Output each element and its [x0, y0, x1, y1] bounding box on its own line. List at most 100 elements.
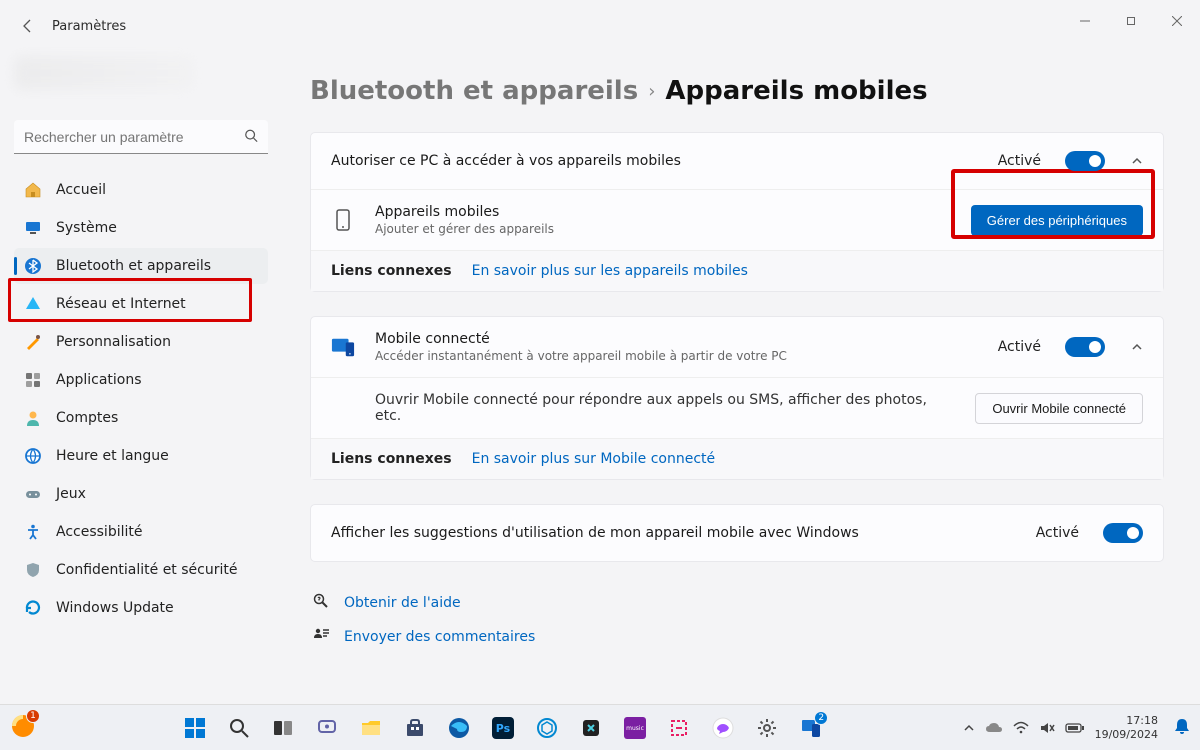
- sidebar-item-label: Système: [56, 220, 117, 236]
- sidebar-item-home[interactable]: Accueil: [14, 172, 268, 208]
- search-box[interactable]: [14, 120, 268, 154]
- sidebar-item-time-language[interactable]: Heure et langue: [14, 438, 268, 474]
- sidebar-item-system[interactable]: Système: [14, 210, 268, 246]
- sidebar-item-label: Heure et langue: [56, 448, 169, 464]
- row-title: Afficher les suggestions d'utilisation d…: [331, 525, 1016, 541]
- taskbar-settings[interactable]: [748, 709, 786, 747]
- taskbar-app-messenger[interactable]: [704, 709, 742, 747]
- taskbar-search[interactable]: [220, 709, 258, 747]
- feedback-row[interactable]: Envoyer des commentaires: [310, 620, 1164, 654]
- help-links: Obtenir de l'aide Envoyer des commentair…: [310, 586, 1164, 654]
- taskbar-app-music[interactable]: music: [616, 709, 654, 747]
- allow-access-row[interactable]: Autoriser ce PC à accéder à vos appareil…: [311, 133, 1163, 189]
- sidebar-item-personalization[interactable]: Personnalisation: [14, 324, 268, 360]
- tray-battery-icon[interactable]: [1065, 722, 1085, 734]
- tray-onedrive-icon[interactable]: [985, 721, 1003, 735]
- chevron-right-icon: ›: [648, 81, 655, 102]
- taskbar-chat[interactable]: [308, 709, 346, 747]
- sidebar-item-label: Personnalisation: [56, 334, 171, 350]
- content-area: Bluetooth et appareils › Appareils mobil…: [278, 52, 1200, 704]
- header: Paramètres: [0, 0, 1200, 52]
- taskbar-app-phone-link[interactable]: 2: [792, 709, 830, 747]
- allow-access-toggle[interactable]: [1065, 151, 1105, 171]
- nav-list: Accueil Système Bluetooth et appareils R…: [14, 172, 268, 626]
- taskbar-explorer[interactable]: [352, 709, 390, 747]
- back-button[interactable]: [18, 16, 38, 36]
- open-phone-link-button[interactable]: Ouvrir Mobile connecté: [975, 393, 1143, 424]
- sidebar-item-apps[interactable]: Applications: [14, 362, 268, 398]
- sidebar-item-gaming[interactable]: Jeux: [14, 476, 268, 512]
- row-title: Mobile connecté: [375, 331, 978, 347]
- sidebar-item-label: Applications: [56, 372, 142, 388]
- sidebar-item-network[interactable]: Réseau et Internet: [14, 286, 268, 322]
- sidebar-item-update[interactable]: Windows Update: [14, 590, 268, 626]
- suggestions-toggle[interactable]: [1103, 523, 1143, 543]
- taskbar-right: 17:18 19/09/2024: [963, 714, 1190, 740]
- search-icon: [244, 127, 258, 146]
- feedback-link[interactable]: Envoyer des commentaires: [344, 629, 535, 645]
- tray-chevron-icon[interactable]: [963, 722, 975, 734]
- taskbar-app-generic-1[interactable]: [528, 709, 566, 747]
- tray-wifi-icon[interactable]: [1013, 721, 1029, 735]
- sidebar-item-label: Accueil: [56, 182, 106, 198]
- maximize-button[interactable]: [1108, 5, 1154, 37]
- sidebar-item-label: Jeux: [56, 486, 86, 502]
- taskbar-edge[interactable]: [440, 709, 478, 747]
- sidebar-item-bluetooth[interactable]: Bluetooth et appareils: [14, 248, 268, 284]
- window-controls: [1062, 0, 1200, 42]
- search-input[interactable]: [24, 129, 234, 145]
- taskbar-app-snip[interactable]: [660, 709, 698, 747]
- get-help-link[interactable]: Obtenir de l'aide: [344, 595, 461, 611]
- taskbar-center: Ps music 2: [44, 709, 963, 747]
- taskbar-store[interactable]: [396, 709, 434, 747]
- taskbar-taskview[interactable]: [264, 709, 302, 747]
- badge: 1: [26, 709, 40, 723]
- taskbar-clock[interactable]: 17:18 19/09/2024: [1095, 714, 1164, 740]
- row-description: Ouvrir Mobile connecté pour répondre aux…: [375, 392, 955, 424]
- shield-icon: [24, 561, 42, 579]
- update-icon: [24, 599, 42, 617]
- wifi-icon: [24, 295, 42, 313]
- sidebar: Accueil Système Bluetooth et appareils R…: [0, 52, 278, 704]
- system-icon: [24, 219, 42, 237]
- phone-link-toggle[interactable]: [1065, 337, 1105, 357]
- notification-icon[interactable]: [1174, 717, 1190, 739]
- chevron-up-icon: [1131, 152, 1143, 171]
- breadcrumb: Bluetooth et appareils › Appareils mobil…: [310, 76, 1164, 106]
- taskbar: 1 Ps music 2 17:18 19/09/2024: [0, 704, 1200, 750]
- minimize-button[interactable]: [1062, 5, 1108, 37]
- suggestions-row[interactable]: Afficher les suggestions d'utilisation d…: [311, 505, 1163, 561]
- related-links-row: Liens connexes En savoir plus sur les ap…: [311, 250, 1163, 291]
- taskbar-app-edge[interactable]: 1: [4, 707, 42, 745]
- home-icon: [24, 181, 42, 199]
- close-button[interactable]: [1154, 5, 1200, 37]
- row-title: Appareils mobiles: [375, 204, 951, 220]
- person-icon: [24, 409, 42, 427]
- bluetooth-icon: [24, 257, 42, 275]
- sidebar-item-accessibility[interactable]: Accessibilité: [14, 514, 268, 550]
- phone-link-row[interactable]: Mobile connecté Accéder instantanément à…: [311, 317, 1163, 377]
- manage-devices-button[interactable]: Gérer des périphériques: [971, 205, 1143, 236]
- globe-icon: [24, 447, 42, 465]
- tray-volume-icon[interactable]: [1039, 721, 1055, 735]
- sidebar-item-accounts[interactable]: Comptes: [14, 400, 268, 436]
- taskbar-app-generic-2[interactable]: [572, 709, 610, 747]
- row-subtitle: Ajouter et gérer des appareils: [375, 222, 951, 236]
- phone-icon: [331, 208, 355, 232]
- learn-more-link[interactable]: En savoir plus sur les appareils mobiles: [472, 263, 748, 279]
- clock-date: 19/09/2024: [1095, 728, 1158, 741]
- learn-more-link[interactable]: En savoir plus sur Mobile connecté: [472, 451, 716, 467]
- breadcrumb-parent[interactable]: Bluetooth et appareils: [310, 76, 638, 106]
- account-info-blurred: [14, 56, 268, 102]
- sidebar-item-privacy[interactable]: Confidentialité et sécurité: [14, 552, 268, 588]
- get-help-row[interactable]: Obtenir de l'aide: [310, 586, 1164, 620]
- clock-time: 17:18: [1095, 714, 1158, 727]
- sidebar-item-label: Réseau et Internet: [56, 296, 186, 312]
- links-label: Liens connexes: [331, 263, 452, 279]
- window-title: Paramètres: [52, 19, 126, 34]
- status-label: Activé: [998, 153, 1041, 169]
- start-button[interactable]: [176, 709, 214, 747]
- accessibility-icon: [24, 523, 42, 541]
- suggestions-card: Afficher les suggestions d'utilisation d…: [310, 504, 1164, 562]
- taskbar-app-photoshop[interactable]: Ps: [484, 709, 522, 747]
